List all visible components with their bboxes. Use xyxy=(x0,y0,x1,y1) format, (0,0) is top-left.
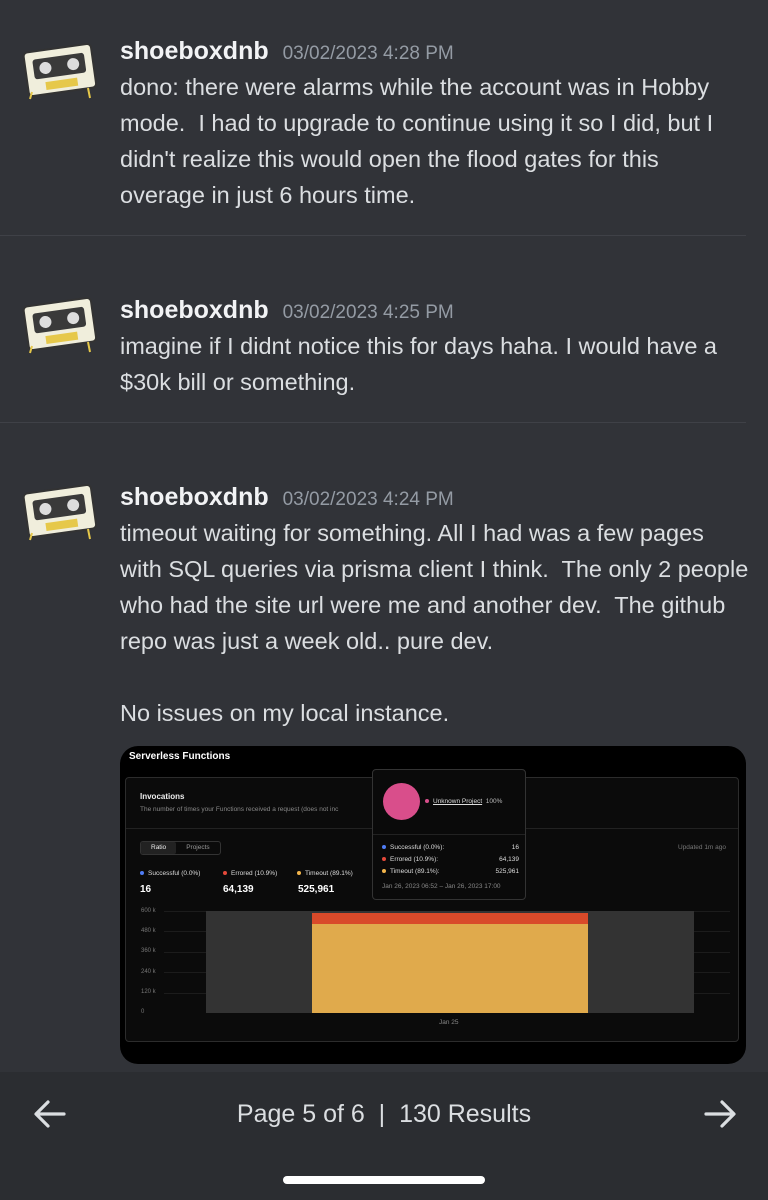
home-indicator[interactable] xyxy=(283,1176,485,1184)
legend-dot xyxy=(382,845,386,850)
tooltip-separator xyxy=(373,834,525,835)
message-text: dono: there were alarms while the accoun… xyxy=(120,74,720,208)
updated-label: Updated 1m ago xyxy=(677,844,726,851)
panel-subtitle: The number of times your Functions recei… xyxy=(140,806,339,813)
cassette-tape-icon[interactable] xyxy=(22,483,98,541)
legend-dot xyxy=(297,871,301,876)
author-name[interactable]: shoeboxdnb xyxy=(120,37,269,65)
attachment-image[interactable]: Serverless Functions Invocations The num… xyxy=(120,746,746,1064)
legend-dot xyxy=(382,857,386,862)
stat-timeout-label: Timeout (89.1%) xyxy=(297,870,353,877)
legend-dot xyxy=(140,871,144,876)
message-divider xyxy=(0,235,746,236)
y-tick: 600 k xyxy=(141,908,156,914)
panel-title: Invocations xyxy=(140,792,185,801)
chart-tooltip: Unknown Project 100% Successful (0.0%): 1… xyxy=(372,769,526,900)
tooltip-range: Jan 26, 2023 06:52 – Jan 26, 2023 17:00 xyxy=(382,883,501,890)
tooltip-row: Successful (0.0%): 16 xyxy=(382,844,519,851)
y-tick: 360 k xyxy=(141,948,156,954)
embed-title: Serverless Functions xyxy=(129,751,231,762)
legend-dot xyxy=(382,869,386,874)
project-share: 100% xyxy=(485,798,503,805)
author-name[interactable]: shoeboxdnb xyxy=(120,483,269,511)
cassette-tape-icon[interactable] xyxy=(22,42,98,100)
stat-errored-value: 64,139 xyxy=(223,884,254,895)
y-tick: 480 k xyxy=(141,928,156,934)
arrow-right-icon[interactable] xyxy=(698,1092,742,1136)
message-timestamp: 03/02/2023 4:25 PM xyxy=(282,302,454,323)
cassette-tape-icon[interactable] xyxy=(22,296,98,354)
message-timestamp: 03/02/2023 4:28 PM xyxy=(282,43,454,64)
x-tick: Jan 25 xyxy=(439,1019,459,1026)
bar-errored xyxy=(312,912,588,924)
author-name[interactable]: shoeboxdnb xyxy=(120,296,269,324)
legend-dot xyxy=(425,799,429,804)
bar-timeout xyxy=(312,923,588,1013)
project-link[interactable]: Unknown Project xyxy=(433,798,482,805)
y-tick: 0 xyxy=(141,1009,145,1015)
message-timestamp: 03/02/2023 4:24 PM xyxy=(282,489,454,510)
view-toggle: Ratio Projects xyxy=(140,841,221,855)
message-text: imagine if I didnt notice this for days … xyxy=(120,333,724,395)
tooltip-row: Timeout (89.1%): 525,961 xyxy=(382,868,519,875)
pagination-bar: Page 5 of 6 | 130 Results xyxy=(0,1072,768,1200)
pie-chart xyxy=(383,783,420,820)
message-text: timeout waiting for something. All I had… xyxy=(120,520,749,726)
tooltip-row: Errored (10.9%): 64,139 xyxy=(382,856,519,863)
stat-timeout-value: 525,961 xyxy=(298,884,335,895)
tooltip-project: Unknown Project 100% xyxy=(425,798,502,805)
message-divider xyxy=(0,422,746,423)
tab-projects[interactable]: Projects xyxy=(176,842,219,854)
y-tick: 240 k xyxy=(141,969,156,975)
y-tick: 120 k xyxy=(141,989,156,995)
stat-errored-label: Errored (10.9%) xyxy=(223,870,277,877)
stat-successful-value: 16 xyxy=(140,884,152,895)
page-info: Page 5 of 6 | 130 Results xyxy=(236,1100,532,1128)
stat-successful-label: Successful (0.0%) xyxy=(140,870,200,877)
legend-dot xyxy=(223,871,227,876)
tab-ratio[interactable]: Ratio xyxy=(141,842,177,854)
